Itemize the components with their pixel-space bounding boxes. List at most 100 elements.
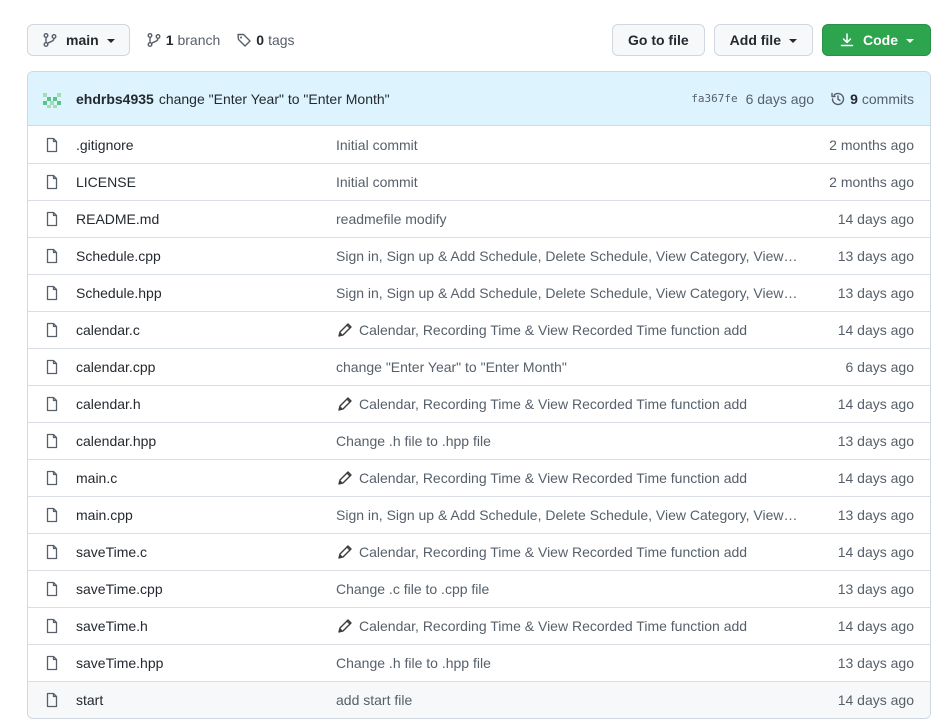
file-name-link[interactable]: .gitignore: [76, 137, 336, 153]
file-age: 2 months ago: [829, 174, 914, 190]
file-row[interactable]: LICENSE Initial commit 2 months ago: [28, 163, 930, 200]
file-name-link[interactable]: start: [76, 692, 336, 708]
file-age: 14 days ago: [837, 618, 914, 634]
file-commit-message[interactable]: Calendar, Recording Time & View Recorded…: [336, 395, 804, 413]
file-icon: [44, 396, 60, 412]
file-commit-message[interactable]: Calendar, Recording Time & View Recorded…: [336, 543, 804, 561]
file-commit-message[interactable]: Calendar, Recording Time & View Recorded…: [336, 469, 804, 487]
file-row[interactable]: calendar.c Calendar, Recording Time & Vie…: [28, 311, 930, 348]
file-age: 14 days ago: [837, 322, 914, 338]
file-name-link[interactable]: calendar.c: [76, 322, 336, 338]
file-name-link[interactable]: saveTime.c: [76, 544, 336, 560]
chevron-down-icon: [106, 38, 115, 43]
file-commit-text: Initial commit: [336, 136, 418, 153]
file-name-link[interactable]: calendar.cpp: [76, 359, 336, 375]
commit-age: 6 days ago: [745, 90, 815, 107]
file-row[interactable]: calendar.h Calendar, Recording Time & Vie…: [28, 385, 930, 422]
tags-label: tags: [268, 31, 295, 48]
commit-author[interactable]: ehdrbs4935: [76, 91, 154, 107]
chevron-down-icon: [906, 38, 914, 43]
file-icon: [44, 248, 60, 264]
pencil-icon: [336, 469, 354, 487]
file-name-link[interactable]: calendar.hpp: [76, 433, 336, 449]
add-file-button[interactable]: Add file: [713, 23, 813, 56]
file-icon: [44, 285, 60, 301]
file-commit-message[interactable]: Sign in, Sign up & Add Schedule, Delete …: [336, 285, 804, 301]
file-commit-message[interactable]: add start file: [336, 692, 804, 708]
chevron-down-icon: [789, 38, 797, 43]
file-commit-message[interactable]: Sign in, Sign up & Add Schedule, Delete …: [336, 507, 804, 523]
go-to-file-button[interactable]: Go to file: [611, 23, 705, 56]
file-age: 6 days ago: [845, 359, 915, 375]
file-row[interactable]: calendar.hpp Change .h file to .hpp file 1…: [28, 422, 930, 459]
file-commit-message[interactable]: Calendar, Recording Time & View Recorded…: [336, 617, 804, 635]
file-icon: [44, 470, 60, 486]
file-row[interactable]: saveTime.h Calendar, Recording Time & Vie…: [28, 607, 930, 644]
file-commit-text: Sign in, Sign up & Add Schedule, Delete …: [336, 507, 798, 523]
file-age: 2 months ago: [829, 136, 914, 153]
file-commit-message[interactable]: Change .c file to .cpp file: [336, 581, 804, 597]
commit-sha[interactable]: fa367fe: [691, 92, 737, 105]
file-commit-message[interactable]: change "Enter Year" to "Enter Month": [336, 359, 804, 375]
file-commit-text: Calendar, Recording Time & View Recorded…: [359, 322, 748, 338]
file-row[interactable]: README.md readmefile modify 14 days ago: [28, 200, 930, 237]
file-name-link[interactable]: main.cpp: [76, 507, 336, 523]
latest-commit-bar: ehdrbs4935 change "Enter Year" to "Enter…: [28, 72, 930, 126]
file-age: 14 days ago: [837, 470, 914, 486]
branch-select-button[interactable]: main: [27, 23, 130, 56]
file-age: 13 days ago: [837, 433, 914, 449]
file-commit-message[interactable]: Initial commit: [336, 174, 804, 190]
add-file-label: Add file: [729, 31, 781, 48]
file-age: 13 days ago: [837, 507, 914, 523]
file-row[interactable]: main.c Calendar, Recording Time & View Re…: [28, 459, 930, 496]
file-name-link[interactable]: Schedule.cpp: [76, 248, 336, 264]
tags-link[interactable]: 0 tags: [236, 31, 295, 48]
tags-count: 0: [256, 31, 265, 48]
tag-icon: [236, 32, 252, 48]
file-icon: [44, 581, 60, 597]
file-age: 13 days ago: [837, 655, 914, 671]
file-commit-text: Calendar, Recording Time & View Recorded…: [359, 470, 748, 486]
file-name-link[interactable]: calendar.h: [76, 396, 336, 412]
file-row[interactable]: Schedule.hpp Sign in, Sign up & Add Sched…: [28, 274, 930, 311]
file-commit-message[interactable]: Calendar, Recording Time & View Recorded…: [336, 321, 804, 339]
file-commit-text: Calendar, Recording Time & View Recorded…: [359, 618, 748, 634]
file-row[interactable]: Schedule.cpp Sign in, Sign up & Add Sched…: [28, 237, 930, 274]
file-name-link[interactable]: LICENSE: [76, 174, 336, 190]
commits-link[interactable]: 9 commits: [830, 91, 914, 107]
file-commit-text: Change .h file to .hpp file: [336, 655, 491, 671]
code-button[interactable]: Code: [822, 23, 931, 56]
file-age: 14 days ago: [837, 692, 914, 708]
file-commit-message[interactable]: Change .h file to .hpp file: [336, 655, 804, 671]
file-row[interactable]: saveTime.cpp Change .c file to .cpp file 1…: [28, 570, 930, 607]
file-commit-message[interactable]: readmefile modify: [336, 211, 804, 227]
file-name-link[interactable]: README.md: [76, 211, 336, 227]
file-name-link[interactable]: saveTime.cpp: [76, 581, 336, 597]
file-commit-message[interactable]: Sign in, Sign up & Add Schedule, Delete …: [336, 248, 804, 264]
file-commit-message[interactable]: Initial commit: [336, 137, 804, 153]
code-label: Code: [863, 31, 898, 48]
file-commit-text: Change .c file to .cpp file: [336, 581, 490, 597]
file-row[interactable]: main.cpp Sign in, Sign up & Add Schedule,…: [28, 496, 930, 533]
file-name-link[interactable]: main.c: [76, 470, 336, 486]
file-name-link[interactable]: Schedule.hpp: [76, 285, 336, 301]
file-row[interactable]: saveTime.hpp Change .h file to .hpp file 1…: [28, 644, 930, 681]
file-age: 13 days ago: [837, 248, 914, 264]
commit-message[interactable]: change "Enter Year" to "Enter Month": [159, 91, 390, 107]
file-row[interactable]: .gitignore Initial commit 2 months ago: [28, 126, 930, 163]
file-age: 14 days ago: [837, 544, 914, 560]
file-commit-text: Sign in, Sign up & Add Schedule, Delete …: [336, 285, 798, 301]
file-icon: [44, 618, 60, 634]
file-commit-message[interactable]: Change .h file to .hpp file: [336, 433, 804, 449]
file-commit-text: Calendar, Recording Time & View Recorded…: [359, 544, 748, 560]
file-row[interactable]: start add start file 14 days ago: [28, 681, 930, 718]
file-row[interactable]: calendar.cpp change "Enter Year" to "Ente…: [28, 348, 930, 385]
file-name-link[interactable]: saveTime.hpp: [76, 655, 336, 671]
avatar[interactable]: [40, 86, 64, 111]
file-commit-text: change "Enter Year" to "Enter Month": [336, 359, 567, 375]
file-name-link[interactable]: saveTime.h: [76, 618, 336, 634]
branches-link[interactable]: 1 branch: [146, 32, 220, 48]
file-row[interactable]: saveTime.c Calendar, Recording Time & Vie…: [28, 533, 930, 570]
repo-toolbar: main 1 branch 0 tags Go to file Add file…: [27, 23, 931, 56]
file-list: .gitignore Initial commit 2 months ago LICE…: [28, 126, 930, 718]
